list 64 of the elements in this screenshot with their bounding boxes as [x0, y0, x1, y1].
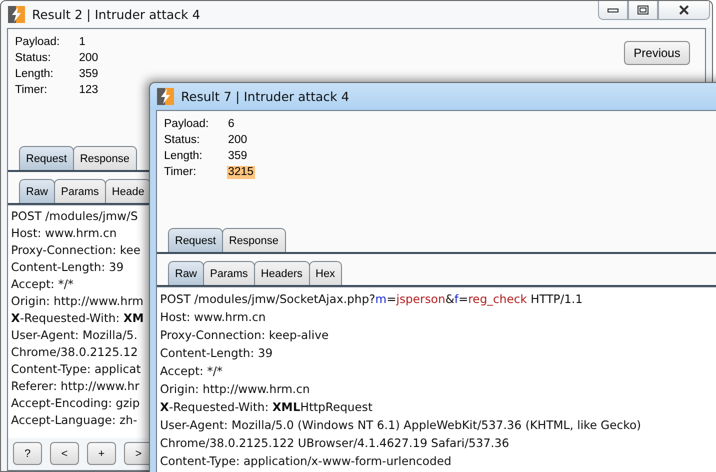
tab[interactable]: Params	[54, 179, 106, 203]
tab[interactable]: Hex	[308, 261, 342, 285]
request-line: X-Requested-With: XM	[11, 310, 144, 327]
request-line: Accept: */*	[160, 363, 223, 380]
request-line: Host: www.hrm.cn	[11, 225, 117, 242]
request-line: Host: www.hrm.cn	[160, 309, 266, 326]
app-icon	[157, 88, 174, 105]
field-value: 359	[227, 150, 248, 163]
request-line: Chrome/38.0.2125.12	[11, 344, 138, 361]
request-line: Content-Type: applicat	[11, 361, 141, 378]
tab[interactable]: Heade	[104, 179, 152, 203]
request-line: User-Agent: Mozilla/5.	[11, 327, 138, 344]
tab[interactable]: Request	[168, 228, 223, 252]
request-line: Proxy-Connection: kee	[11, 242, 140, 259]
toolbar-button[interactable]: <	[50, 442, 79, 465]
tab[interactable]: Response	[72, 146, 137, 170]
tab[interactable]: Raw	[19, 179, 56, 203]
field-label: Status:	[14, 52, 52, 65]
minimize-icon	[607, 6, 619, 14]
request-line: Referer: http://www.hr	[11, 378, 140, 395]
request-line: User-Agent: Mozilla/5.0 (Windows NT 6.1) AppleWebKit/537.36 (KHTML, like Gecko)	[160, 417, 642, 434]
request-line: Accept-Language: zh-	[11, 412, 138, 429]
toolbar-button[interactable]: ?	[13, 442, 42, 465]
request-line: Origin: http://www.hrm	[11, 293, 144, 310]
field-label: Timer:	[163, 166, 198, 179]
minimize-button[interactable]	[598, 1, 628, 20]
field-label: Status:	[163, 134, 201, 147]
tab[interactable]: Request	[19, 146, 74, 170]
tab[interactable]: Params	[203, 261, 255, 285]
field-label: Length:	[14, 68, 54, 81]
field-label: Payload:	[14, 36, 61, 49]
field-value: 359	[78, 68, 100, 81]
tab[interactable]: Raw	[168, 261, 204, 285]
window-title: Result 7 | Intruder attack 4	[181, 89, 350, 104]
window-title: Result 2 | Intruder attack 4	[32, 7, 200, 22]
field-value: 1	[78, 36, 86, 49]
request-line: Chrome/38.0.2125.122 UBrowser/4.1.4627.19 Safari/537.36	[160, 435, 510, 452]
field-label: Length:	[163, 150, 204, 163]
request-line: Content-Length: 39	[11, 259, 124, 276]
request-line: Proxy-Connection: keep-alive	[160, 327, 329, 344]
close-icon	[678, 5, 690, 15]
field-value: 6	[227, 118, 236, 131]
request-line: Accept: */*	[11, 276, 74, 293]
field-value: 123	[78, 84, 100, 97]
maximize-icon	[637, 5, 649, 15]
field-label: Payload:	[163, 118, 210, 131]
close-button[interactable]	[658, 1, 710, 20]
maximize-button[interactable]	[628, 1, 658, 20]
app-icon	[8, 6, 25, 23]
field-label: Timer:	[14, 84, 48, 97]
request-line: POST /modules/jmw/S	[11, 208, 138, 225]
tab[interactable]: Response	[222, 228, 286, 252]
previous-button[interactable]: Previous	[624, 41, 690, 65]
tab[interactable]: Headers	[254, 261, 310, 285]
field-value: 200	[78, 52, 100, 65]
request-line: Content-Length: 39	[160, 345, 273, 362]
request-line: Content-Type: application/x-www-form-urlencoded	[160, 453, 452, 470]
request-line: X-Requested-With: XMLHttpRequest	[160, 399, 372, 416]
toolbar-button[interactable]: +	[87, 442, 116, 465]
field-value: 200	[227, 134, 248, 147]
request-line: Accept-Encoding: gzip	[11, 395, 140, 412]
request-line: Origin: http://www.hrm.cn	[160, 381, 310, 398]
field-value: 3215	[227, 166, 255, 179]
request-line: POST /modules/jmw/SocketAjax.php?m=jsperson&f=reg_check HTTP/1.1	[160, 291, 583, 308]
